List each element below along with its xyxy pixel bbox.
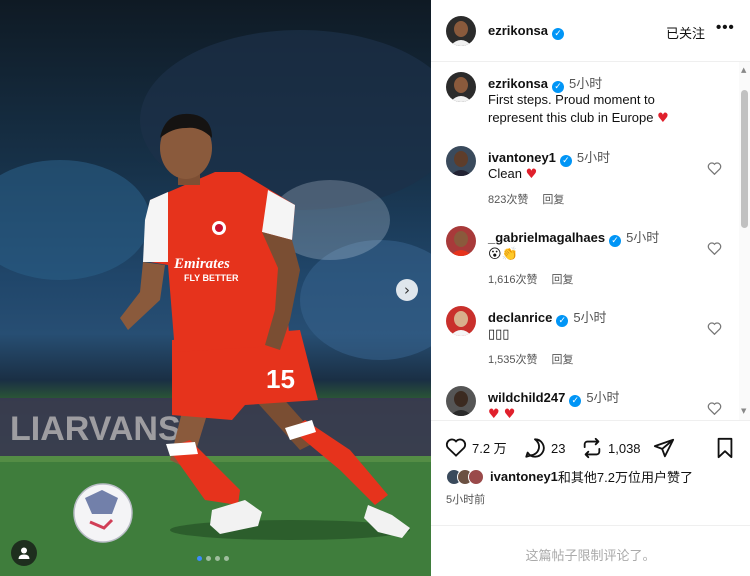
comment-count: 23 <box>551 440 566 456</box>
author-avatar[interactable] <box>446 16 476 46</box>
reply-button[interactable]: 回复 <box>552 274 574 286</box>
liker-avatar <box>468 468 484 485</box>
photo-illustration: LIARVANS 15 Emirates FLY BETTER <box>0 30 431 576</box>
comment-text: ♥ ♥ <box>488 405 728 420</box>
comment-username[interactable]: wildchild247 ✓ 5小时 <box>488 387 620 407</box>
comment-meta: 823次赞 回复 <box>488 191 564 207</box>
comment-item: _gabrielmagalhaes ✓ 5小时 😮👏 1,616次赞 回复 <box>431 226 750 296</box>
next-photo-button[interactable]: › <box>396 279 418 301</box>
jersey-sponsor-2: FLY BETTER <box>184 273 239 283</box>
comment-meta: 1,616次赞 回复 <box>488 271 574 287</box>
board-text: LIARVANS <box>10 410 181 448</box>
comment-username-text[interactable]: wildchild247 <box>488 390 565 405</box>
carousel-dot[interactable] <box>197 556 202 561</box>
commenter-avatar[interactable] <box>446 226 476 256</box>
verified-badge-icon: ✓ <box>551 28 564 40</box>
author-avatar[interactable] <box>446 72 476 102</box>
caption-line-2-text: represent this club in Europe <box>488 110 654 125</box>
comment-time: 5小时 <box>626 230 660 245</box>
commenter-avatar[interactable] <box>446 146 476 176</box>
heart-outline-icon[interactable] <box>707 241 722 255</box>
carousel-dot[interactable] <box>224 556 229 561</box>
comment-username[interactable]: _gabrielmagalhaes ✓ 5小时 <box>488 227 659 247</box>
more-options-icon[interactable]: ••• <box>716 19 735 36</box>
caption-username[interactable]: ezrikonsa ✓ 5小时 <box>488 73 602 93</box>
comment-text: Clean ♥ <box>488 165 728 184</box>
jersey-sponsor-1: Emirates <box>173 256 230 272</box>
comment-username-text[interactable]: _gabrielmagalhaes <box>488 230 605 245</box>
comment-item: ivantoney1 ✓ 5小时 Clean ♥ 823次赞 回复 <box>431 146 750 216</box>
commenter-avatar[interactable] <box>446 306 476 336</box>
likes-summary-text: 和其他7.2万位用户赞了 <box>557 470 693 485</box>
comments-list[interactable]: ezrikonsa ✓ 5小时 First steps. Proud moment … <box>431 62 750 420</box>
post-side-panel: ezrikonsa ✓ 已关注 ••• ezrikonsa ✓ 5小时 First s… <box>431 0 750 576</box>
liker-avatars <box>446 468 484 485</box>
caption-line-2: represent this club in Europe ♥ <box>488 109 728 128</box>
comment-item: declanrice ✓ 5小时 ▯▯▯ 1,535次赞 回复 <box>431 306 750 376</box>
heart-emoji-icon: ♥ ♥ <box>488 407 516 420</box>
comment-username[interactable]: declanrice ✓ 5小时 <box>488 307 607 327</box>
caption-text: First steps. Proud moment to represent t… <box>488 91 728 128</box>
heart-outline-icon[interactable] <box>707 161 722 175</box>
heart-outline-icon[interactable] <box>707 401 722 415</box>
heart-emoji-icon: ♥ <box>657 111 669 126</box>
comments-restricted-notice: 这篇帖子限制评论了。 <box>431 525 750 576</box>
heart-outline-icon[interactable] <box>707 321 722 335</box>
comment-item: wildchild247 ✓ 5小时 ♥ ♥ <box>431 386 750 420</box>
scroll-down-arrow-icon[interactable]: ▼ <box>741 407 746 415</box>
comment-like-count[interactable]: 1,535次赞 <box>488 354 538 366</box>
scrollbar-thumb[interactable] <box>741 90 748 228</box>
comment-text: ▯▯▯ <box>488 326 510 341</box>
caption-username-text[interactable]: ezrikonsa <box>488 76 548 91</box>
comments-scrollbar[interactable]: ▲ ▼ <box>739 62 750 420</box>
repost-icon[interactable] <box>581 437 603 459</box>
comment-time: 5小时 <box>576 150 611 165</box>
repost-action[interactable]: 1,038 <box>581 437 641 459</box>
send-icon[interactable] <box>653 437 675 459</box>
comment-username[interactable]: ivantoney1 ✓ 5小时 <box>488 147 610 167</box>
caption-time: 5小时 <box>568 76 603 91</box>
repost-count: 1,038 <box>608 440 641 456</box>
post-header: ezrikonsa ✓ 已关注 ••• <box>431 0 750 62</box>
comment-username-text[interactable]: ivantoney1 <box>488 150 556 165</box>
comment-action[interactable]: 23 <box>524 437 565 459</box>
comment-bubble-icon[interactable] <box>524 437 546 459</box>
reply-button[interactable]: 回复 <box>542 194 564 206</box>
scroll-up-arrow-icon[interactable]: ▲ <box>741 66 746 74</box>
comment-time: 5小时 <box>586 390 620 405</box>
likes-summary[interactable]: ivantoney1 和其他7.2万位用户赞了 <box>446 467 693 486</box>
shirt-number: 15 <box>266 364 295 394</box>
comment-text: 😮👏 <box>488 246 518 261</box>
heart-outline-icon[interactable] <box>445 437 467 457</box>
comment-like-count[interactable]: 823次赞 <box>488 194 528 206</box>
caption-line-1: First steps. Proud moment to <box>488 92 655 107</box>
following-button[interactable]: 已关注 <box>666 23 705 42</box>
author-username[interactable]: ezrikonsa ✓ <box>488 23 564 40</box>
post-photo: LIARVANS 15 Emirates FLY BETTER › <box>0 0 431 576</box>
comment-time: 5小时 <box>573 310 607 325</box>
commenter-avatar[interactable] <box>446 386 476 416</box>
comment-meta: 1,535次赞 回复 <box>488 351 574 367</box>
share-action[interactable] <box>653 437 675 459</box>
author-username-text[interactable]: ezrikonsa <box>488 23 548 38</box>
bookmark-icon[interactable] <box>715 437 735 459</box>
comment-like-count[interactable]: 1,616次赞 <box>488 274 538 286</box>
carousel-dot[interactable] <box>215 556 220 561</box>
save-action[interactable] <box>715 437 735 459</box>
heart-emoji-icon: ♥ <box>525 167 538 182</box>
comment-username-text[interactable]: declanrice <box>488 310 552 325</box>
user-icon <box>18 547 30 559</box>
like-action[interactable]: 7.2 万 <box>445 437 507 457</box>
tagged-users-button[interactable] <box>11 540 37 566</box>
carousel-dot[interactable] <box>206 556 211 561</box>
comment-text-body: Clean <box>488 166 526 181</box>
like-count: 7.2 万 <box>472 440 507 456</box>
posted-time: 5小时前 <box>446 494 486 506</box>
reply-button[interactable]: 回复 <box>552 354 574 366</box>
post-caption: ezrikonsa ✓ 5小时 First steps. Proud moment … <box>431 72 750 132</box>
post-actions-bar: 7.2 万 23 1,038 ivantoney1 和其他7.2万位用户赞了 5小… <box>431 420 750 576</box>
carousel-dots <box>197 556 229 561</box>
likes-summary-user[interactable]: ivantoney1 <box>490 469 558 484</box>
